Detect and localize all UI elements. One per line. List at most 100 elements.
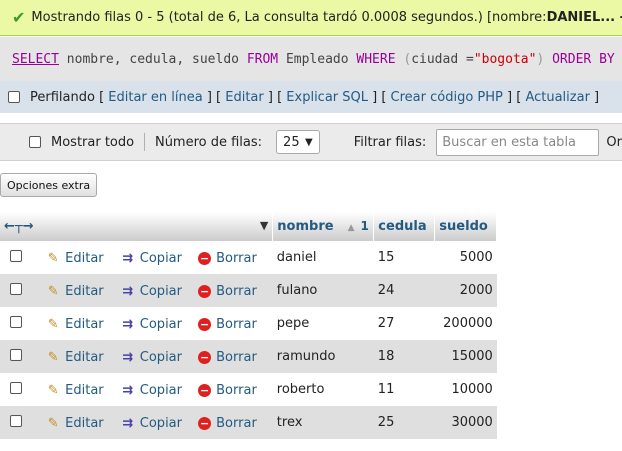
navigation-bar: Mostrar todo Número de filas: 25 ▼ Filtr… [0, 123, 622, 161]
edit-row-button[interactable]: ✎ Editar [45, 251, 104, 266]
copy-row-button[interactable]: ⇉ Copiar [120, 350, 182, 365]
pencil-icon: ✎ [47, 382, 59, 398]
profiling-bar: Perfilando [ Editar en línea ] [ Editar … [0, 81, 622, 113]
row-actions: ✎ Editar ⇉ Copiar − Borrar [0, 340, 273, 373]
delete-icon: − [198, 383, 212, 397]
filter-input[interactable]: Buscar en esta tabla [436, 128, 600, 156]
row-checkbox[interactable] [10, 381, 22, 394]
header-nombre[interactable]: nombre ▲ 1 [272, 212, 375, 241]
row-actions: ✎ Editar ⇉ Copiar − Borrar [0, 307, 273, 340]
refresh-link[interactable]: Actualizar [525, 90, 589, 105]
table-row: ✎ Editar ⇉ Copiar − Borrar pepe 27 200000 [0, 307, 497, 340]
table-row: ✎ Editar ⇉ Copiar − Borrar ramundo 18 15000 [0, 340, 497, 373]
rows-label: Número de filas: [154, 134, 263, 150]
cell-cedula[interactable]: 27 [373, 307, 435, 340]
row-checkbox[interactable] [10, 348, 22, 361]
rows-select[interactable]: 25 ▼ [276, 130, 320, 154]
sql-condition: ciudad = [411, 51, 474, 67]
row-actions: ✎ Editar ⇉ Copiar − Borrar [0, 274, 273, 307]
table-row: ✎ Editar ⇉ Copiar − Borrar roberto 11 10000 [0, 373, 497, 406]
sort-order: 1 [360, 219, 369, 233]
edit-row-button[interactable]: ✎ Editar [45, 284, 104, 299]
cell-nombre[interactable]: pepe [272, 307, 374, 340]
edit-row-button[interactable]: ✎ Editar [45, 317, 104, 332]
cell-sueldo[interactable]: 10000 [434, 373, 497, 406]
column-arrows-icon[interactable]: ←┬→ [4, 219, 34, 234]
cell-sueldo[interactable]: 5000 [434, 241, 497, 274]
edit-row-button[interactable]: ✎ Editar [45, 383, 104, 398]
sql-value: "bogota" [473, 51, 537, 67]
pencil-icon: ✎ [47, 283, 59, 299]
delete-icon: − [198, 251, 212, 265]
create-php-link[interactable]: Crear código PHP [391, 90, 503, 105]
row-checkbox[interactable] [10, 249, 22, 262]
delete-row-button[interactable]: − Borrar [198, 284, 257, 299]
inline-edit-link[interactable]: Editar en línea [108, 90, 202, 105]
edit-link[interactable]: Editar [225, 90, 264, 105]
pencil-icon: ✎ [47, 250, 59, 266]
row-checkbox[interactable] [10, 414, 22, 427]
copy-row-button[interactable]: ⇉ Copiar [120, 317, 182, 332]
check-icon: ✔ [12, 8, 26, 27]
header-cedula[interactable]: cedula [373, 212, 436, 241]
delete-row-button[interactable]: − Borrar [198, 251, 257, 266]
cell-cedula[interactable]: 11 [373, 373, 435, 406]
divider [144, 133, 145, 151]
sort-asc-icon: ▲ [347, 223, 355, 233]
cell-cedula[interactable]: 15 [373, 241, 435, 274]
copy-icon: ⇉ [122, 250, 134, 266]
copy-row-button[interactable]: ⇉ Copiar [120, 251, 182, 266]
pencil-icon: ✎ [47, 316, 59, 332]
pencil-icon: ✎ [47, 415, 59, 431]
copy-row-button[interactable]: ⇉ Copiar [120, 284, 182, 299]
cell-nombre[interactable]: trex [272, 406, 374, 439]
cell-nombre[interactable]: ramundo [272, 340, 374, 373]
table-header-row: ←┬→ ▼ nombre ▲ 1 cedula sueldo [0, 212, 498, 241]
copy-icon: ⇉ [122, 382, 134, 398]
row-checkbox[interactable] [10, 282, 22, 295]
delete-icon: − [198, 350, 212, 364]
cell-sueldo[interactable]: 30000 [434, 406, 497, 439]
show-all-checkbox[interactable] [29, 136, 41, 148]
table-row: ✎ Editar ⇉ Copiar − Borrar trex 25 30000 [0, 406, 497, 439]
sql-paren-close: ) [536, 51, 553, 67]
delete-row-button[interactable]: − Borrar [198, 350, 257, 365]
sql-columns: nombre, cedula, sueldo [58, 51, 247, 67]
cell-nombre[interactable]: daniel [272, 241, 374, 274]
copy-row-button[interactable]: ⇉ Copiar [120, 416, 182, 431]
copy-icon: ⇉ [122, 316, 134, 332]
copy-icon: ⇉ [122, 283, 134, 299]
table-row: ✎ Editar ⇉ Copiar − Borrar fulano 24 2000 [0, 274, 497, 307]
cell-nombre[interactable]: roberto [272, 373, 374, 406]
edit-row-button[interactable]: ✎ Editar [45, 350, 104, 365]
delete-icon: − [198, 416, 212, 430]
table-row: ✎ Editar ⇉ Copiar − Borrar daniel 15 5000 [0, 241, 497, 274]
edit-row-button[interactable]: ✎ Editar [45, 416, 104, 431]
options-dropdown-icon[interactable]: ▼ [260, 219, 268, 232]
extra-options-button[interactable]: Opciones extra [0, 173, 98, 197]
filter-placeholder: Buscar en esta tabla [442, 134, 577, 150]
cell-cedula[interactable]: 25 [373, 406, 435, 439]
header-sueldo[interactable]: sueldo [434, 212, 498, 241]
row-checkbox[interactable] [10, 315, 22, 328]
cell-sueldo[interactable]: 2000 [434, 274, 497, 307]
explain-sql-link[interactable]: Explicar SQL [286, 90, 368, 105]
delete-row-button[interactable]: − Borrar [198, 317, 257, 332]
copy-row-button[interactable]: ⇉ Copiar [120, 383, 182, 398]
cell-cedula[interactable]: 24 [373, 274, 435, 307]
delete-row-button[interactable]: − Borrar [198, 416, 257, 431]
cell-sueldo[interactable]: 200000 [434, 307, 497, 340]
sql-from: FROM [246, 51, 279, 67]
profiling-checkbox[interactable] [8, 91, 20, 103]
rows-select-value: 25 [283, 134, 300, 150]
sql-select: SELECT [12, 51, 59, 67]
show-all-label[interactable]: Mostrar todo [51, 135, 134, 150]
filter-label: Filtrar filas: [353, 134, 427, 150]
row-actions: ✎ Editar ⇉ Copiar − Borrar [0, 241, 273, 274]
delete-row-button[interactable]: − Borrar [198, 383, 257, 398]
cell-nombre[interactable]: fulano [272, 274, 374, 307]
sql-table: Empleado [278, 51, 357, 67]
success-text: Mostrando filas 0 - 5 (total de 6, La co… [31, 10, 547, 25]
cell-sueldo[interactable]: 15000 [434, 340, 497, 373]
cell-cedula[interactable]: 18 [373, 340, 435, 373]
